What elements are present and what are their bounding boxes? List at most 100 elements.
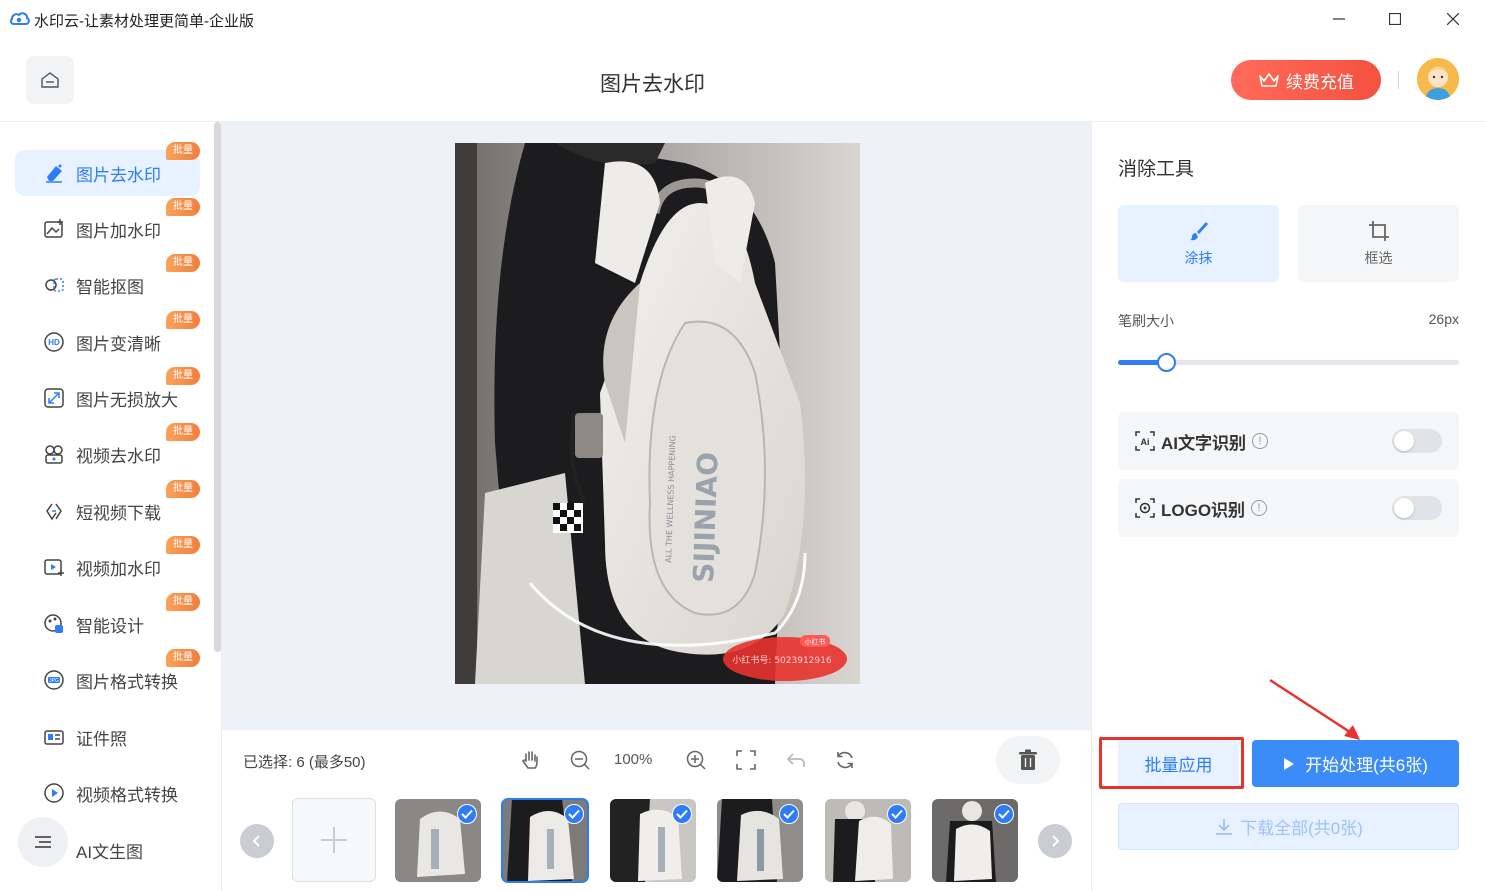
highlight-box — [1099, 737, 1244, 789]
batch-badge: 批量 — [166, 367, 200, 385]
header-divider — [1398, 71, 1399, 89]
sidebar-item-label: 图片加水印 — [76, 221, 161, 241]
ai-text-icon: Ai — [1135, 431, 1155, 451]
thumbnail[interactable] — [825, 799, 911, 882]
renew-label: 续费充值 — [1286, 72, 1354, 92]
avatar[interactable] — [1417, 58, 1459, 100]
title-bar: 水印云-让素材处理更简单-企业版 — [0, 0, 1485, 38]
menu-toggle-button[interactable] — [18, 817, 68, 867]
watermark-text: 小红书号: 5023912916 — [732, 654, 831, 666]
avatar-image — [1417, 58, 1459, 100]
header: 图片去水印 续费充值 — [0, 38, 1485, 122]
sidebar-item-image-watermark-add[interactable]: 图片加水印 批量 — [15, 198, 200, 252]
sidebar-item-image-watermark-remove[interactable]: 图片去水印 批量 — [15, 142, 200, 196]
sidebar-item-image-enhance[interactable]: HD 图片变清晰 批量 — [15, 311, 200, 365]
sidebar-item-video-format-convert[interactable]: 视频格式转换 — [15, 770, 200, 816]
delete-button[interactable] — [996, 736, 1060, 784]
fit-screen-button[interactable] — [732, 746, 760, 774]
sidebar-item-image-upscale[interactable]: 图片无损放大 批量 — [15, 367, 200, 421]
start-processing-label: 开始处理(共6张) — [1305, 756, 1428, 775]
logo-recognition-option: LOGO识别 ! — [1118, 479, 1459, 537]
reset-button[interactable] — [831, 746, 859, 774]
pan-tool[interactable] — [517, 746, 545, 774]
chevron-left-icon — [252, 835, 260, 847]
crown-icon — [1259, 73, 1279, 87]
sidebar-item-image-format-convert[interactable]: JPG 图片格式转换 批量 — [15, 649, 200, 703]
sidebar-item-smart-design[interactable]: 智能设计 批量 — [15, 593, 200, 647]
renew-button[interactable]: 续费充值 — [1231, 60, 1381, 100]
checked-icon[interactable] — [672, 804, 692, 824]
watermark-logo: 小红书 — [805, 637, 826, 646]
zoom-in-button[interactable] — [682, 746, 710, 774]
sidebar-item-label: 图片格式转换 — [76, 672, 178, 692]
checked-icon[interactable] — [887, 804, 907, 824]
sidebar-item-video-watermark-remove[interactable]: 视频去水印 批量 — [15, 423, 200, 477]
logo-recognition-toggle[interactable] — [1392, 496, 1442, 520]
logo-recognition-label: LOGO识别 — [1161, 500, 1246, 520]
sidebar-item-short-video-download[interactable]: 短视频下载 批量 — [15, 480, 200, 534]
start-processing-button[interactable]: 开始处理(共6张) — [1252, 740, 1459, 787]
sidebar-item-label: 短视频下载 — [76, 503, 161, 523]
sidebar-item-label: 智能设计 — [76, 616, 144, 636]
download-all-button[interactable]: 下载全部(共0张) — [1118, 803, 1459, 850]
window-title: 水印云-让素材处理更简单-企业版 — [34, 13, 254, 30]
checked-icon[interactable] — [994, 804, 1014, 824]
brush-size-value: 26px — [1428, 311, 1459, 327]
menu-icon — [35, 836, 51, 848]
hd-icon: HD — [43, 331, 65, 353]
preview-image[interactable]: SIJINIAO ALL THE WELLNESS HAPPENING 小红书 … — [455, 143, 860, 684]
plus-icon — [321, 827, 347, 853]
thumbnail[interactable] — [932, 799, 1018, 882]
undo-button[interactable] — [782, 746, 810, 774]
minimize-button[interactable] — [1311, 4, 1367, 34]
box-select-tool-label: 框选 — [1364, 249, 1393, 266]
play-icon — [1284, 757, 1295, 770]
minimize-icon — [1333, 18, 1345, 20]
maximize-button[interactable] — [1367, 4, 1423, 34]
sidebar-item-label: 视频去水印 — [76, 446, 161, 466]
add-image-button[interactable] — [292, 798, 376, 882]
close-button[interactable] — [1425, 4, 1481, 34]
fullscreen-icon — [736, 750, 756, 770]
sidebar-item-video-watermark-add[interactable]: 视频加水印 批量 — [15, 536, 200, 590]
checked-icon[interactable] — [457, 804, 477, 824]
image-canvas[interactable]: SIJINIAO ALL THE WELLNESS HAPPENING 小红书 … — [222, 122, 1091, 730]
undo-icon — [786, 753, 805, 767]
info-icon[interactable]: ! — [1251, 500, 1268, 516]
page-title: 图片去水印 — [600, 73, 705, 96]
sidebar-item-smart-cutout[interactable]: 智能抠图 批量 — [15, 254, 200, 308]
sidebar-item-label: 图片去水印 — [76, 165, 161, 185]
ai-text-recognition-toggle[interactable] — [1392, 429, 1442, 453]
sidebar-scrollbar[interactable] — [214, 122, 221, 652]
checked-icon[interactable] — [779, 804, 799, 824]
thumbnails-next-button[interactable] — [1038, 824, 1072, 858]
thumbnail[interactable] — [610, 799, 696, 882]
slider-handle[interactable] — [1156, 353, 1176, 372]
zoom-out-button[interactable] — [566, 746, 594, 774]
play-circle-icon — [43, 782, 65, 804]
brush-size-label: 笔刷大小 — [1118, 313, 1174, 329]
brush-tool-label: 涂抹 — [1184, 249, 1213, 266]
checked-icon[interactable] — [564, 804, 584, 824]
info-icon[interactable]: ! — [1252, 433, 1268, 449]
eraser-icon — [43, 162, 65, 184]
zoom-level: 100% — [614, 751, 653, 768]
chevron-right-icon — [1052, 835, 1060, 847]
brush-tool-button[interactable]: 涂抹 — [1118, 205, 1279, 282]
batch-badge: 批量 — [166, 311, 200, 329]
box-select-tool-button[interactable]: 框选 — [1298, 205, 1459, 282]
batch-badge: 批量 — [166, 423, 200, 441]
sidebar-item-id-photo[interactable]: 证件照 — [15, 714, 200, 760]
sidebar-item-label: 证件照 — [76, 729, 127, 749]
enlarge-icon — [43, 387, 65, 409]
logo-scan-icon — [1135, 498, 1155, 518]
ai-text-recognition-label: AI文字识别 — [1161, 433, 1246, 453]
brush-size-slider[interactable] — [1118, 353, 1459, 372]
annotation-arrow-icon — [1269, 678, 1360, 740]
thumbnail[interactable] — [717, 799, 803, 882]
thumbnails-prev-button[interactable] — [240, 824, 274, 858]
thumbnail[interactable] — [395, 799, 481, 882]
design-icon — [43, 613, 65, 635]
download-all-label: 下载全部(共0张) — [1240, 819, 1363, 838]
thumbnail[interactable] — [501, 798, 589, 883]
